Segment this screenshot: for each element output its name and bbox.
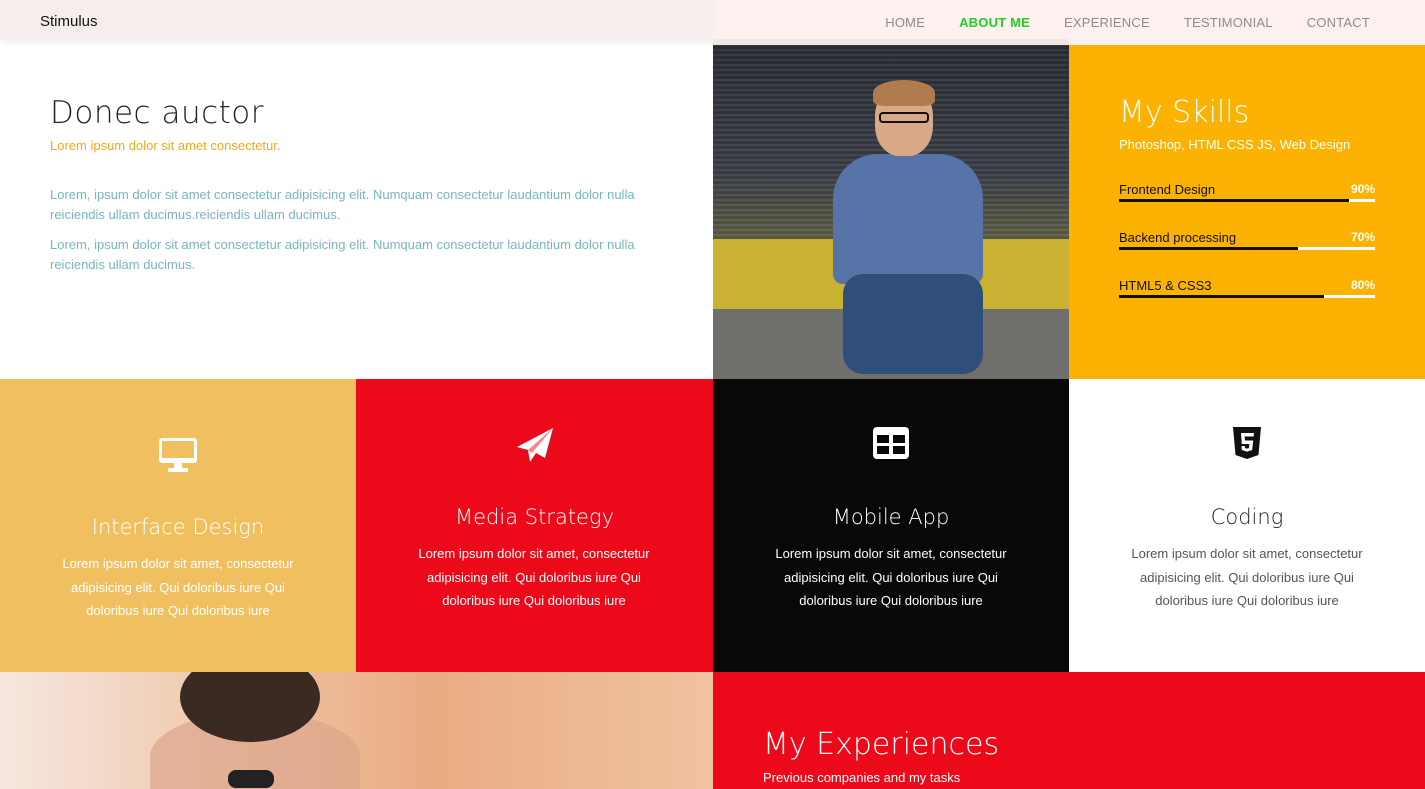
table-icon xyxy=(713,427,1069,459)
about-paragraph-2: Lorem, ipsum dolor sit amet consectetur … xyxy=(50,237,635,272)
skills-section: My Skills Photoshop, HTML CSS JS, Web De… xyxy=(1069,45,1425,379)
brand-logo[interactable]: Stimulus xyxy=(40,13,98,30)
navbar: Stimulus HOME ABOUT ME EXPERIENCE TESTIM… xyxy=(0,0,1425,45)
service-title: Interface Design xyxy=(91,515,265,539)
service-title: Coding xyxy=(1210,505,1284,529)
service-text: Lorem ipsum dolor sit amet, consectetur … xyxy=(1131,546,1363,608)
service-text: Lorem ipsum dolor sit amet, consectetur … xyxy=(775,546,1007,608)
desktop-icon xyxy=(0,437,356,473)
nav-menu: HOME ABOUT ME EXPERIENCE TESTIMONIAL CON… xyxy=(885,15,1370,30)
service-media-strategy: Media Strategy Lorem ipsum dolor sit ame… xyxy=(356,379,713,672)
about-paragraph-1: Lorem, ipsum dolor sit amet consectetur … xyxy=(50,187,635,222)
experience-subtitle: Previous companies and my tasks xyxy=(763,770,961,785)
skill-progress-track xyxy=(1119,199,1375,202)
service-coding: Coding Lorem ipsum dolor sit amet, conse… xyxy=(1069,379,1425,672)
navbar-left: Stimulus xyxy=(0,0,713,39)
photo-person xyxy=(833,80,983,374)
nav-item-home[interactable]: HOME xyxy=(885,15,925,30)
about-section: Donec auctor Lorem ipsum dolor sit amet … xyxy=(0,45,713,379)
skill-percent: 90% xyxy=(1350,182,1375,196)
experience-section: My Experiences Previous companies and my… xyxy=(713,672,1425,789)
skill-progress-fill xyxy=(1119,295,1324,298)
skill-html5-css3: HTML5 & CSS3 80% xyxy=(1119,278,1375,300)
skill-progress-fill xyxy=(1119,199,1350,202)
skill-progress-track xyxy=(1119,295,1375,298)
nav-item-contact[interactable]: CONTACT xyxy=(1307,15,1370,30)
nav-item-experience[interactable]: EXPERIENCE xyxy=(1064,15,1150,30)
profile-photo xyxy=(713,39,1069,379)
person-hair xyxy=(873,80,935,106)
skill-percent: 80% xyxy=(1350,278,1375,292)
skill-name: Frontend Design xyxy=(1119,182,1216,197)
about-title: Donec auctor xyxy=(50,95,265,131)
skills-subtitle: Photoshop, HTML CSS JS, Web Design xyxy=(1119,137,1351,152)
skill-name: Backend processing xyxy=(1119,230,1237,245)
service-text: Lorem ipsum dolor sit amet, consectetur … xyxy=(62,556,294,618)
experience-photo xyxy=(0,672,713,789)
service-title: Mobile App xyxy=(832,505,950,529)
skill-name: HTML5 & CSS3 xyxy=(1119,278,1212,293)
service-title: Media Strategy xyxy=(455,505,614,529)
person-glasses xyxy=(879,112,929,123)
html5-icon xyxy=(1069,427,1425,459)
navbar-right: HOME ABOUT ME EXPERIENCE TESTIMONIAL CON… xyxy=(713,0,1425,45)
skill-progress-track xyxy=(1119,247,1375,250)
photo-bracelet xyxy=(228,770,274,788)
service-text: Lorem ipsum dolor sit amet, consectetur … xyxy=(418,546,650,608)
about-subtitle: Lorem ipsum dolor sit amet consectetur. xyxy=(50,138,281,153)
skill-percent: 70% xyxy=(1350,230,1375,244)
experience-title: My Experiences xyxy=(763,727,1000,762)
nav-item-testimonial[interactable]: TESTIMONIAL xyxy=(1184,15,1273,30)
person-torso xyxy=(833,154,983,284)
person-legs xyxy=(843,274,983,374)
paper-plane-icon xyxy=(356,427,713,463)
service-mobile-app: Mobile App Lorem ipsum dolor sit amet, c… xyxy=(713,379,1069,672)
skills-title: My Skills xyxy=(1119,95,1250,130)
skill-frontend-design: Frontend Design 90% xyxy=(1119,182,1375,204)
service-interface-design: Interface Design Lorem ipsum dolor sit a… xyxy=(0,379,356,672)
skill-progress-fill xyxy=(1119,247,1299,250)
nav-item-about-me[interactable]: ABOUT ME xyxy=(959,15,1030,30)
skill-backend-processing: Backend processing 70% xyxy=(1119,230,1375,252)
